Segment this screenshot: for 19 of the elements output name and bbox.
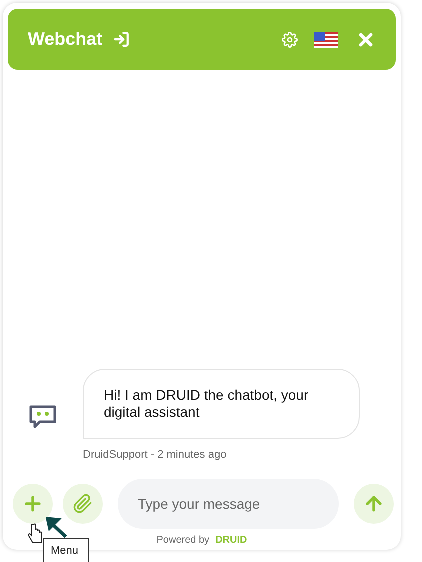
attach-button[interactable] bbox=[63, 484, 103, 524]
plus-icon bbox=[22, 493, 44, 515]
brand-name: DRUID bbox=[216, 535, 248, 546]
tooltip: Menu bbox=[43, 538, 89, 562]
window-title: Webchat bbox=[28, 29, 103, 50]
bot-icon bbox=[28, 405, 58, 429]
message-input[interactable]: Type your message bbox=[118, 479, 339, 529]
send-button[interactable] bbox=[354, 484, 394, 524]
arrow-icon bbox=[46, 517, 68, 539]
paperclip-icon bbox=[73, 494, 93, 514]
login-icon[interactable] bbox=[112, 31, 130, 48]
flag-icon[interactable] bbox=[314, 32, 338, 48]
chat-message: Hi! I am DRUID the chatbot, your digital assistant bbox=[83, 369, 360, 439]
menu-button[interactable] bbox=[13, 484, 53, 524]
hand-cursor-icon bbox=[28, 523, 44, 545]
arrow-up-icon bbox=[363, 493, 385, 515]
settings-icon[interactable] bbox=[282, 32, 298, 48]
message-meta: DruidSupport - 2 minutes ago bbox=[83, 449, 228, 461]
powered-by-text: Powered by bbox=[156, 535, 210, 546]
